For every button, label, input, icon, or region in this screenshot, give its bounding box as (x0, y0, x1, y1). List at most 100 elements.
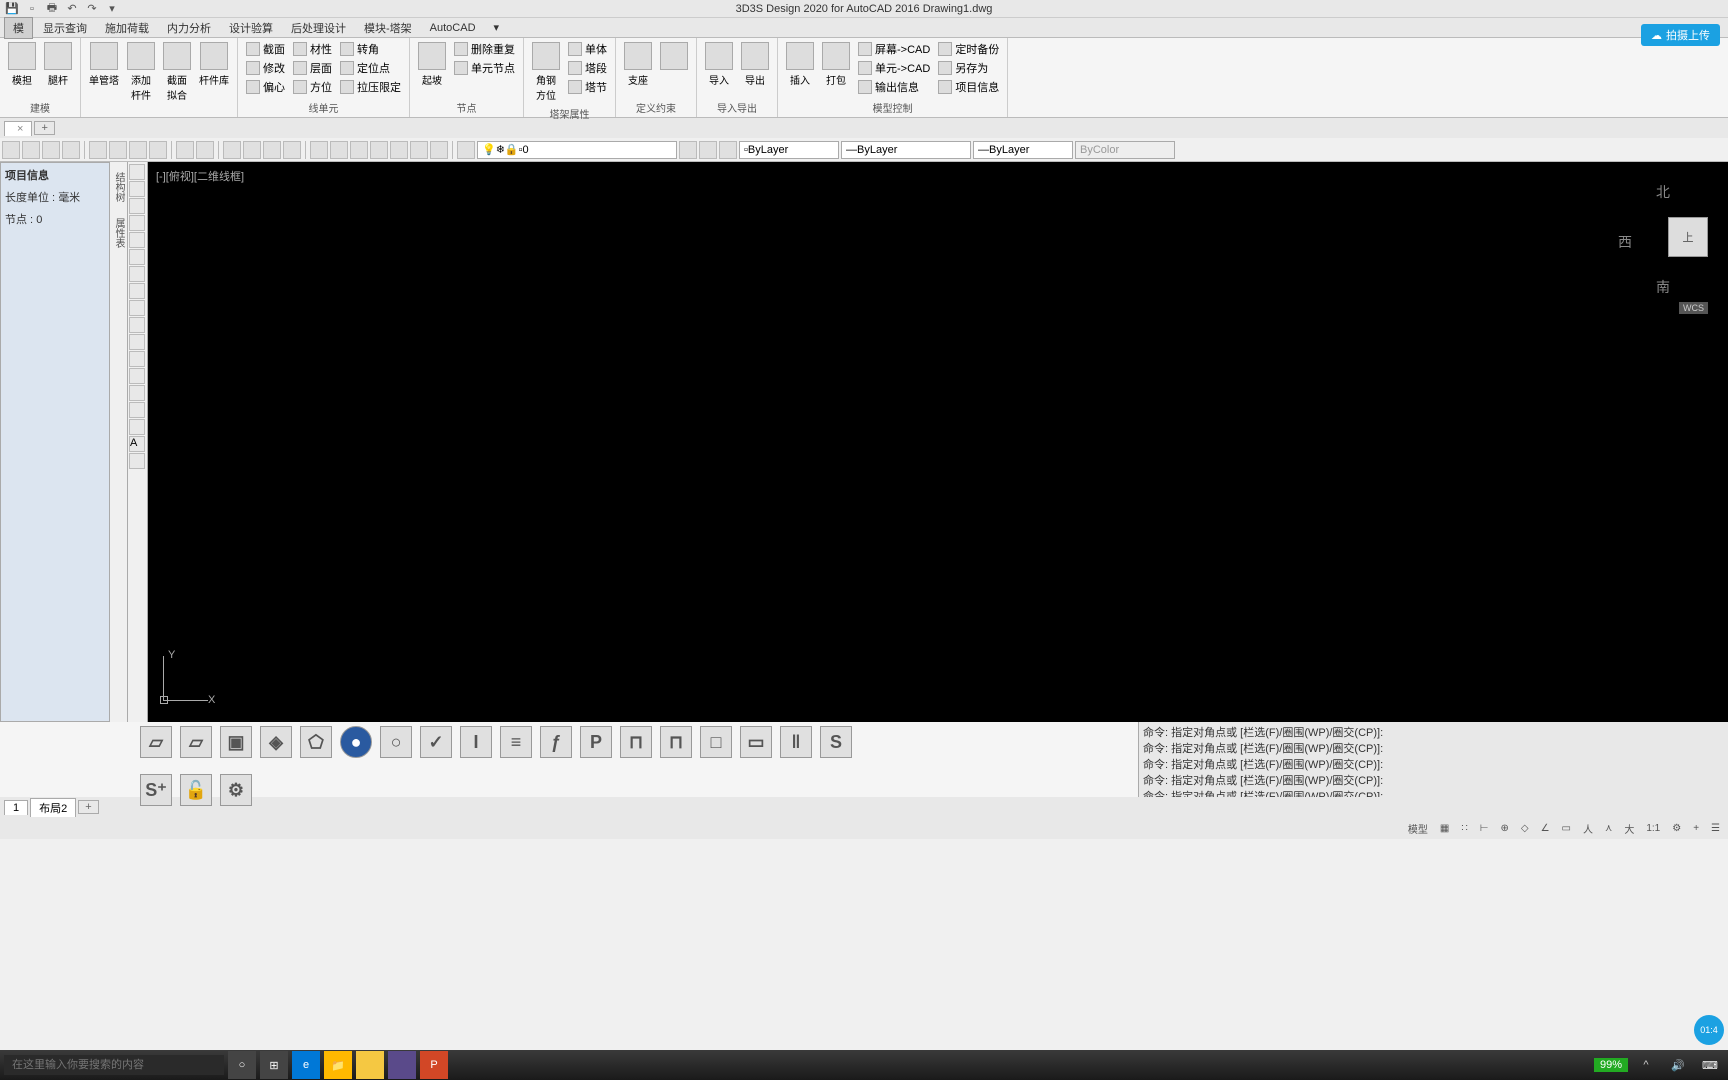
edge-icon[interactable]: e (292, 1051, 320, 1079)
dt-icon[interactable] (129, 402, 145, 418)
btn-danguanta[interactable]: 单管塔 (87, 40, 121, 89)
btn-angle[interactable]: 转角 (338, 40, 403, 58)
sb-grid-icon[interactable]: ▦ (1436, 822, 1453, 835)
btn-elnode[interactable]: 单元节点 (452, 59, 517, 77)
view-icon[interactable]: ‖ (780, 726, 812, 758)
tb-icon[interactable] (310, 141, 328, 159)
document-tab[interactable]: × (4, 121, 32, 136)
menu-model[interactable]: 模 (4, 17, 33, 39)
sb-menu-icon[interactable]: ☰ (1707, 822, 1724, 835)
btn-limit[interactable]: 拉压限定 (338, 78, 403, 96)
ibeam-icon[interactable]: I (460, 726, 492, 758)
tray-icon[interactable]: ⌨ (1696, 1051, 1724, 1079)
command-line[interactable]: 命令: 指定对角点或 [栏选(F)/圈围(WP)/圈交(CP)]: 命令: 指定… (1138, 722, 1728, 797)
arc-icon[interactable] (129, 249, 145, 265)
viewport-label[interactable]: [-][俯视][二维线框] (156, 168, 244, 184)
sb-otrack-icon[interactable]: ∠ (1537, 822, 1554, 835)
btn-export[interactable]: 导出 (739, 40, 771, 89)
qat-dropdown-icon[interactable]: ▾ (104, 1, 120, 17)
add-tab-button[interactable]: + (34, 121, 54, 135)
viewcube-west[interactable]: 西 (1618, 232, 1632, 252)
spline-icon[interactable] (129, 283, 145, 299)
dt-icon[interactable] (129, 334, 145, 350)
viewcube[interactable]: 北 西 南 上 WCS (1618, 182, 1708, 302)
view-icon[interactable]: ▣ (220, 726, 252, 758)
tb-icon[interactable] (2, 141, 20, 159)
plotstyle-combo[interactable]: ByColor (1075, 141, 1175, 159)
sb-snap-icon[interactable]: ∷ (1457, 822, 1471, 835)
color-combo[interactable]: ▫ ByLayer (739, 141, 839, 159)
view-icon[interactable]: ⊓ (620, 726, 652, 758)
point-icon[interactable] (129, 351, 145, 367)
btn-support[interactable]: 支座 (622, 40, 654, 89)
tb-undo-icon[interactable] (176, 141, 194, 159)
tb-layer-icon[interactable] (457, 141, 475, 159)
timer-badge[interactable]: 01:4 (1694, 1015, 1724, 1045)
layout-tab-2[interactable]: 布局2 (30, 798, 76, 817)
btn-material[interactable]: 材性 (291, 40, 334, 58)
btn-screen-cad[interactable]: 屏幕->CAD (856, 40, 932, 58)
tb-icon[interactable] (390, 141, 408, 159)
explorer-icon[interactable]: 📁 (324, 1051, 352, 1079)
btn-modify[interactable]: 修改 (244, 59, 287, 77)
tray-chevron-icon[interactable]: ^ (1632, 1051, 1660, 1079)
viewcube-top[interactable]: 上 (1668, 217, 1708, 257)
tb-icon[interactable] (330, 141, 348, 159)
btn-section2[interactable]: 塔节 (566, 78, 609, 96)
sb-model[interactable]: 模型 (1404, 820, 1432, 837)
check-icon[interactable]: ✓ (420, 726, 452, 758)
viewcube-wcs[interactable]: WCS (1679, 302, 1708, 314)
btn-import[interactable]: 导入 (703, 40, 735, 89)
menu-post[interactable]: 后处理设计 (283, 18, 354, 38)
powerpoint-icon[interactable]: P (420, 1051, 448, 1079)
sphere-icon[interactable]: ● (340, 726, 372, 758)
gear-icon[interactable]: ⚙ (220, 774, 252, 806)
tb-icon[interactable] (410, 141, 428, 159)
tb-icon[interactable] (149, 141, 167, 159)
view-icon[interactable]: ▱ (140, 726, 172, 758)
menu-force[interactable]: 内力分析 (159, 18, 219, 38)
polygon-icon[interactable] (129, 215, 145, 231)
view-icon[interactable]: □ (700, 726, 732, 758)
cortana-icon[interactable]: ○ (228, 1051, 256, 1079)
sb-osnap-icon[interactable]: ◇ (1517, 822, 1533, 835)
menu-module[interactable]: 模块-塔架 (356, 18, 420, 38)
tb-icon[interactable] (263, 141, 281, 159)
sb-scale[interactable]: 1:1 (1642, 822, 1664, 835)
btn-unit-cad[interactable]: 单元->CAD (856, 59, 932, 77)
btn-saveas[interactable]: 另存为 (936, 59, 1001, 77)
ellipse-icon[interactable] (129, 300, 145, 316)
sb-icon[interactable]: 大 (1620, 820, 1638, 837)
btn-offset[interactable]: 偏心 (244, 78, 287, 96)
menu-design[interactable]: 设计验算 (221, 18, 281, 38)
layout-tab-1[interactable]: 1 (4, 800, 28, 815)
view-icon[interactable]: ◈ (260, 726, 292, 758)
tb-icon[interactable] (42, 141, 60, 159)
btn-output-info[interactable]: 输出信息 (856, 78, 932, 96)
hatch-icon[interactable] (129, 385, 145, 401)
add-layout-button[interactable]: + (78, 800, 98, 814)
btn-slope[interactable]: 起坡 (416, 40, 448, 89)
text-icon[interactable]: A (129, 436, 145, 452)
view-icon[interactable]: ⬠ (300, 726, 332, 758)
tb-icon[interactable] (283, 141, 301, 159)
tb-help-icon[interactable] (430, 141, 448, 159)
sb-icon[interactable]: ▭ (1558, 822, 1575, 835)
btn-addmember[interactable]: 添加 杆件 (125, 40, 157, 104)
new-icon[interactable]: ▫ (24, 1, 40, 17)
lineweight-combo[interactable]: — ByLayer (973, 141, 1073, 159)
btn-library[interactable]: 杆件库 (197, 40, 231, 89)
menu-load[interactable]: 施加荷载 (97, 18, 157, 38)
view-icon[interactable]: ○ (380, 726, 412, 758)
btn-insert[interactable]: 插入 (784, 40, 816, 89)
tb-pan-icon[interactable] (223, 141, 241, 159)
tb-icon[interactable] (370, 141, 388, 159)
tray-icon[interactable]: 🔊 (1664, 1051, 1692, 1079)
fn-icon[interactable]: ƒ (540, 726, 572, 758)
ray-icon[interactable] (129, 181, 145, 197)
circle-icon[interactable] (129, 266, 145, 282)
sb-icon[interactable]: ⋏ (1601, 822, 1616, 835)
view-icon[interactable]: ⊓ (660, 726, 692, 758)
view-icon[interactable]: ▱ (180, 726, 212, 758)
drawing-canvas[interactable]: [-][俯视][二维线框] Y X 北 西 南 上 WCS (148, 162, 1728, 722)
